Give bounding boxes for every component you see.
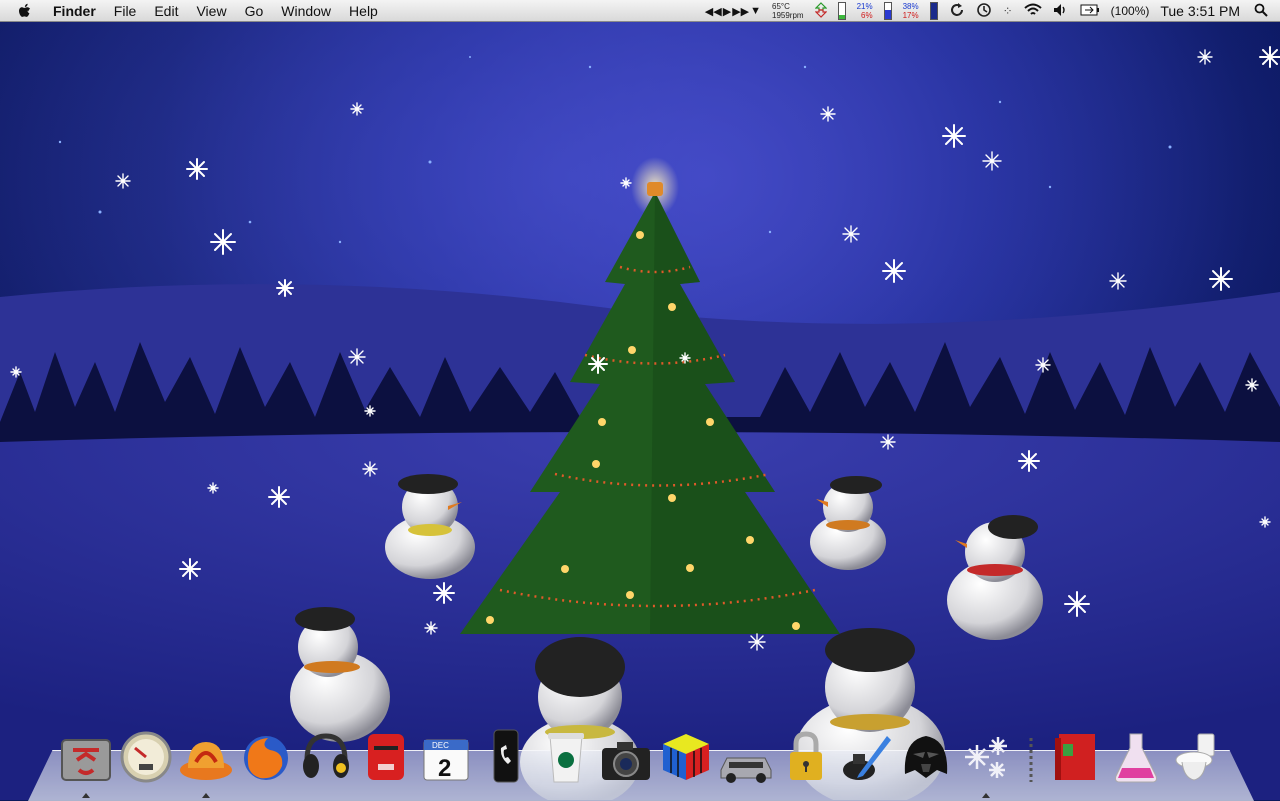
itunes-headphones-icon: [303, 733, 349, 778]
dock: DEC 2: [56, 722, 1226, 798]
dock-item-firefox[interactable]: [236, 726, 296, 784]
dock-item-pink-flask[interactable]: [1106, 726, 1166, 784]
previous-track-icon[interactable]: ◀◀: [705, 5, 722, 18]
spotlight-search-icon[interactable]: [1254, 3, 1268, 20]
menu-view[interactable]: View: [187, 0, 235, 22]
dock-item-snowflakes[interactable]: [956, 726, 1016, 798]
next-track-icon[interactable]: ▶▶: [732, 5, 749, 18]
mailbox-icon: [368, 734, 404, 780]
menu-help[interactable]: Help: [340, 0, 387, 22]
cpu-user-value: 21%: [856, 2, 873, 11]
running-indicator: [82, 793, 90, 798]
firefox-icon: [244, 736, 288, 780]
starbucks-cup-icon: [548, 733, 584, 783]
pink-flask-icon: [1115, 733, 1157, 783]
dashboard-gauge-icon: [120, 731, 172, 783]
ink-pen-icon: [843, 736, 891, 780]
menu-clock[interactable]: Tue 3:51 PM: [1160, 3, 1240, 19]
trash-toilet-icon: [1175, 733, 1215, 781]
running-indicator: [202, 793, 210, 798]
fire-hat-icon: [180, 742, 232, 780]
temperature-value: 65°C: [772, 2, 790, 11]
dock-item-darth-vader[interactable]: [896, 726, 956, 784]
cpu-system-value: 6%: [861, 11, 873, 20]
menu-go[interactable]: Go: [236, 0, 273, 22]
dock-item-itunes[interactable]: [296, 726, 356, 784]
temperature-readout[interactable]: 65°C 1959rpm: [772, 2, 804, 20]
phone-icon: [493, 729, 519, 783]
dock-item-delorean[interactable]: [716, 726, 776, 784]
dock-item-finder[interactable]: [56, 726, 116, 798]
darth-vader-icon: [904, 736, 948, 778]
ical-icon: DEC 2: [423, 739, 469, 782]
app-name-menu[interactable]: Finder: [44, 0, 105, 22]
snowflakes-icon: [965, 737, 1007, 778]
sync-icon[interactable]: [949, 2, 965, 21]
dock-item-starbucks[interactable]: [536, 726, 596, 784]
fan-rpm-value: 1959rpm: [772, 11, 804, 20]
camera-icon: [602, 742, 650, 780]
apple-menu-icon[interactable]: [16, 2, 34, 20]
christmas-scene-illustration: [0, 22, 1280, 800]
dock-item-rubiks-cube[interactable]: [656, 726, 716, 784]
memory-readout[interactable]: 38% 17%: [903, 2, 919, 20]
finder-icon: [61, 739, 111, 781]
memory-system-value: 17%: [902, 11, 919, 20]
dock-item-fire-hat[interactable]: [176, 726, 236, 798]
disk-meter-icon[interactable]: [929, 2, 938, 20]
red-book-icon: [1055, 734, 1095, 780]
dock-item-ink-pen[interactable]: [836, 726, 896, 784]
dock-item-trash[interactable]: [1166, 726, 1226, 784]
network-updown-icon[interactable]: [814, 1, 828, 21]
memory-user-value: 38%: [902, 2, 919, 11]
dock-item-ical[interactable]: DEC 2: [416, 726, 476, 784]
dock-item-padlock[interactable]: [776, 726, 836, 784]
dock-item-red-book[interactable]: [1046, 726, 1106, 784]
menu-bar: Finder File Edit View Go Window Help ◀◀ …: [0, 0, 1280, 22]
dock-item-camera[interactable]: [596, 726, 656, 784]
dock-item-phone[interactable]: [476, 726, 536, 784]
cpu-meter-icon[interactable]: [837, 2, 846, 20]
battery-icon[interactable]: [1080, 4, 1100, 19]
play-icon[interactable]: ▶: [723, 5, 731, 18]
status-menus: ◀◀ ▶ ▶▶ ▼ 65°C 1959rpm 21% 6% 38% 17% ⁘: [705, 0, 1280, 22]
cpu-readout[interactable]: 21% 6%: [857, 2, 873, 20]
ical-day: 2: [438, 755, 451, 782]
menu-edit[interactable]: Edit: [145, 0, 187, 22]
media-controls[interactable]: ◀◀ ▶ ▶▶ ▼: [705, 5, 761, 18]
dock-item-mail[interactable]: [356, 726, 416, 784]
menu-file[interactable]: File: [105, 0, 146, 22]
dock-item-dashboard[interactable]: [116, 726, 176, 784]
delorean-icon: [720, 757, 772, 783]
memory-meter-icon[interactable]: [883, 2, 892, 20]
running-indicator: [982, 793, 990, 798]
time-machine-icon[interactable]: [976, 2, 992, 21]
media-dropdown-icon[interactable]: ▼: [750, 5, 761, 18]
desktop-wallpaper[interactable]: [0, 22, 1280, 800]
wifi-icon[interactable]: [1024, 3, 1042, 20]
padlock-icon: [790, 731, 822, 780]
ical-month: DEC: [432, 741, 449, 750]
volume-icon[interactable]: [1053, 3, 1069, 20]
dock-separator-line: [1029, 738, 1033, 782]
rubiks-cube-icon: [663, 734, 709, 780]
bluetooth-icon[interactable]: ⁘: [1003, 4, 1013, 18]
menu-window[interactable]: Window: [272, 0, 340, 22]
dock-separator: [1016, 726, 1046, 784]
battery-percent[interactable]: (100%): [1111, 4, 1150, 18]
